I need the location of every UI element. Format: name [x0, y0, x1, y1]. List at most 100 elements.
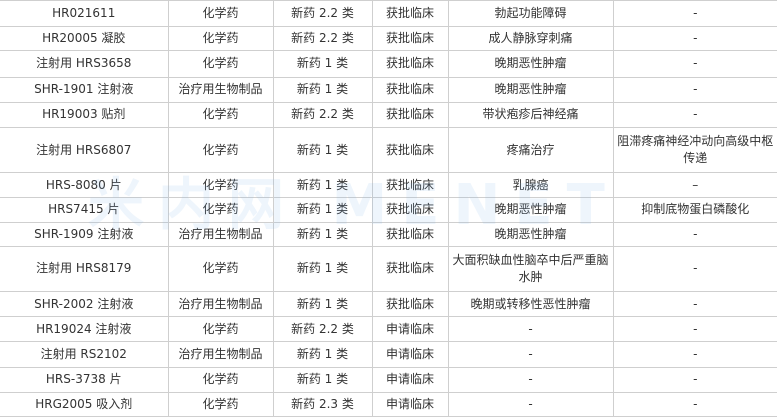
indication-cell: 晚期或转移性恶性肿瘤 [447, 291, 614, 318]
drug-type-cell: 化学药 [167, 245, 274, 293]
indication-cell: - [447, 366, 614, 393]
approval-status-cell: 申请临床 [371, 391, 449, 417]
mechanism-cell: - [612, 291, 777, 318]
drug-name-cell: SHR-2002 注射液 [0, 291, 169, 318]
approval-status-cell: 获批临床 [371, 126, 449, 174]
drug-type-cell: 化学药 [167, 172, 274, 199]
table-row: 注射用 HRS6807 化学药 新药 1 类获批临床 疼痛治疗 阻滞疼痛神经冲动向高级中… [0, 126, 777, 174]
drug-type-cell: 化学药 [167, 26, 274, 52]
indication-cell: 勃起功能障碍 [447, 0, 614, 28]
approval-status-cell: 获批临床 [371, 101, 449, 128]
mechanism-cell: - [612, 221, 777, 247]
mechanism-cell: 阻滞疼痛神经冲动向高级中枢传递 [612, 126, 777, 174]
registration-category-cell: 新药 2.2 类 [272, 26, 373, 52]
drug-type-cell: 治疗用生物制品 [167, 291, 274, 318]
mechanism-cell: - [612, 366, 777, 393]
drug-pipeline-table: HR021611 化学药 新药 2.2 类获批临床 勃起功能障碍 - HR20005 凝胶… [0, 0, 777, 417]
registration-category-cell: 新药 1 类 [272, 172, 373, 199]
drug-name-cell: HRS7415 片 [0, 197, 169, 223]
table-row: SHR-1901 注射液 治疗用生物制品 新药 1 类获批临床 晚期恶性肿瘤 - [0, 76, 777, 103]
table-row: SHR-2002 注射液 治疗用生物制品 新药 1 类获批临床 晚期或转移性恶性肿瘤 - [0, 291, 777, 318]
table-row: HRS-3738 片化学药 新药 1 类申请临床 - - [0, 366, 777, 393]
registration-category-cell: 新药 1 类 [272, 126, 373, 174]
drug-name-cell: 注射用 RS2102 [0, 341, 169, 368]
table-body: HR021611 化学药 新药 2.2 类获批临床 勃起功能障碍 - HR20005 凝胶… [0, 0, 777, 417]
indication-cell: - [447, 341, 614, 368]
mechanism-cell: - [612, 316, 777, 343]
registration-category-cell: 新药 1 类 [272, 291, 373, 318]
mechanism-cell: 抑制底物蛋白磷酸化 [612, 197, 777, 223]
drug-type-cell: 治疗用生物制品 [167, 341, 274, 368]
drug-type-cell: 化学药 [167, 197, 274, 223]
drug-type-cell: 化学药 [167, 50, 274, 78]
registration-category-cell: 新药 1 类 [272, 76, 373, 103]
approval-status-cell: 获批临床 [371, 172, 449, 199]
mechanism-cell: - [612, 0, 777, 28]
drug-type-cell: 治疗用生物制品 [167, 221, 274, 247]
table-row: HR021611 化学药 新药 2.2 类获批临床 勃起功能障碍 - [0, 0, 777, 28]
registration-category-cell: 新药 1 类 [272, 366, 373, 393]
drug-type-cell: 治疗用生物制品 [167, 76, 274, 103]
table-row: 注射用 HRS8179 化学药 新药 1 类获批临床 大面积缺血性脑卒中后严重脑水肿 - [0, 245, 777, 293]
table-row: HR19024 注射液 化学药 新药 2.2 类申请临床 - - [0, 316, 777, 343]
drug-name-cell: 注射用 HRS3658 [0, 50, 169, 78]
drug-name-cell: SHR-1901 注射液 [0, 76, 169, 103]
mechanism-cell: - [612, 245, 777, 293]
approval-status-cell: 申请临床 [371, 316, 449, 343]
approval-status-cell: 获批临床 [371, 50, 449, 78]
drug-type-cell: 化学药 [167, 366, 274, 393]
drug-type-cell: 化学药 [167, 316, 274, 343]
mechanism-cell: - [612, 76, 777, 103]
drug-name-cell: HR19024 注射液 [0, 316, 169, 343]
drug-name-cell: HR021611 [0, 0, 169, 28]
approval-status-cell: 申请临床 [371, 341, 449, 368]
table-row: HR20005 凝胶 化学药 新药 2.2 类获批临床 成人静脉穿刺痛 - [0, 26, 777, 52]
drug-name-cell: 注射用 HRS8179 [0, 245, 169, 293]
indication-cell: 带状疱疹后神经痛 [447, 101, 614, 128]
registration-category-cell: 新药 1 类 [272, 50, 373, 78]
registration-category-cell: 新药 2.2 类 [272, 101, 373, 128]
drug-name-cell: HRS-3738 片 [0, 366, 169, 393]
table-row: HRS7415 片化学药 新药 1 类获批临床 晚期恶性肿瘤 抑制底物蛋白磷酸化 [0, 197, 777, 223]
approval-status-cell: 申请临床 [371, 366, 449, 393]
drug-name-cell: HRG2005 吸入剂 [0, 391, 169, 417]
drug-name-cell: HR20005 凝胶 [0, 26, 169, 52]
drug-type-cell: 化学药 [167, 0, 274, 28]
table-row: HRG2005 吸入剂 化学药 新药 2.3 类申请临床 - - [0, 391, 777, 417]
approval-status-cell: 获批临床 [371, 197, 449, 223]
registration-category-cell: 新药 1 类 [272, 221, 373, 247]
registration-category-cell: 新药 2.2 类 [272, 316, 373, 343]
drug-type-cell: 化学药 [167, 391, 274, 417]
table-row: SHR-1909 注射液 治疗用生物制品 新药 1 类获批临床 晚期恶性肿瘤 - [0, 221, 777, 247]
drug-type-cell: 化学药 [167, 101, 274, 128]
approval-status-cell: 获批临床 [371, 76, 449, 103]
drug-name-cell: SHR-1909 注射液 [0, 221, 169, 247]
mechanism-cell: - [612, 26, 777, 52]
approval-status-cell: 获批临床 [371, 26, 449, 52]
mechanism-cell: - [612, 391, 777, 417]
indication-cell: 晚期恶性肿瘤 [447, 76, 614, 103]
drug-type-cell: 化学药 [167, 126, 274, 174]
mechanism-cell: - [612, 50, 777, 78]
indication-cell: 成人静脉穿刺痛 [447, 26, 614, 52]
indication-cell: 大面积缺血性脑卒中后严重脑水肿 [447, 245, 614, 293]
indication-cell: - [447, 316, 614, 343]
indication-cell: 晚期恶性肿瘤 [447, 221, 614, 247]
mechanism-cell: – [612, 172, 777, 199]
indication-cell: - [447, 391, 614, 417]
registration-category-cell: 新药 2.2 类 [272, 0, 373, 28]
drug-name-cell: HRS-8080 片 [0, 172, 169, 199]
indication-cell: 疼痛治疗 [447, 126, 614, 174]
indication-cell: 乳腺癌 [447, 172, 614, 199]
registration-category-cell: 新药 1 类 [272, 245, 373, 293]
table-row: 注射用 RS2102 治疗用生物制品 新药 1 类申请临床 - - [0, 341, 777, 368]
table-row: HRS-8080 片化学药 新药 1 类获批临床 乳腺癌 – [0, 172, 777, 199]
table-row: 注射用 HRS3658 化学药 新药 1 类获批临床 晚期恶性肿瘤 - [0, 50, 777, 78]
indication-cell: 晚期恶性肿瘤 [447, 50, 614, 78]
approval-status-cell: 获批临床 [371, 291, 449, 318]
drug-name-cell: 注射用 HRS6807 [0, 126, 169, 174]
mechanism-cell: - [612, 341, 777, 368]
drug-name-cell: HR19003 贴剂 [0, 101, 169, 128]
registration-category-cell: 新药 1 类 [272, 341, 373, 368]
mechanism-cell: - [612, 101, 777, 128]
